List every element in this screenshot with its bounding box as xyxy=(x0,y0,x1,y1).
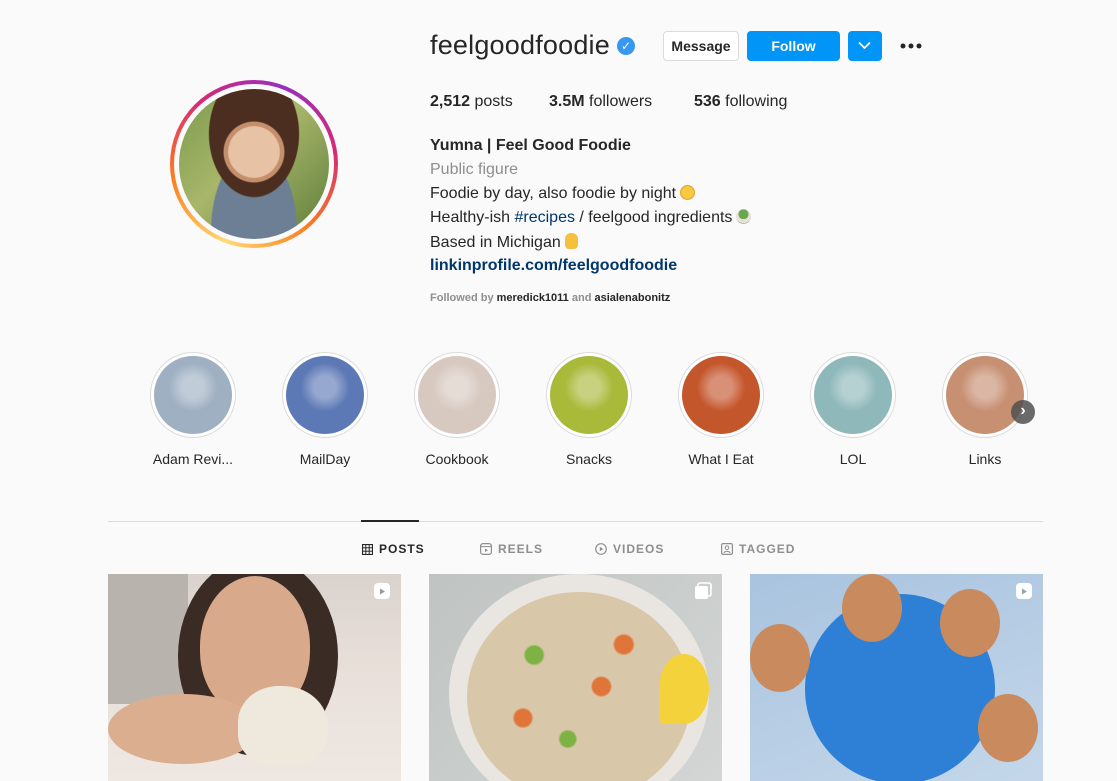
verified-badge-icon: ✓ xyxy=(617,37,635,55)
profile-username: feelgoodfoodie xyxy=(430,30,610,60)
tab-tagged[interactable]: TAGGED xyxy=(721,542,795,556)
tab-reels[interactable]: REELS xyxy=(480,542,543,556)
highlight-cover xyxy=(282,352,368,438)
tab-posts[interactable]: POSTS xyxy=(362,542,425,556)
following-stat[interactable]: 536 following xyxy=(694,93,787,111)
post-image-part xyxy=(842,574,902,642)
followed-by-user-2: asialenabonitz xyxy=(594,292,671,304)
bio-line-3: Based in Michigan xyxy=(430,233,578,252)
highlight-cover xyxy=(942,352,1028,438)
bio-line-2-suffix: / feelgood ingredients xyxy=(574,209,733,226)
post-image-part xyxy=(750,624,810,692)
tab-tagged-label: TAGGED xyxy=(739,542,796,556)
salad-bowl-icon xyxy=(736,209,752,224)
tab-reels-label: REELS xyxy=(498,542,544,556)
post-image-part xyxy=(238,686,328,766)
bio-category: Public figure xyxy=(430,161,519,178)
followers-count: 3.5M xyxy=(549,93,585,110)
chevron-down-icon xyxy=(858,41,871,50)
followed-by-and: and xyxy=(568,292,595,304)
post-image-part xyxy=(108,574,188,704)
highlight-label: Adam Revi... xyxy=(152,451,234,467)
hashtag-link[interactable]: #recipes xyxy=(514,209,574,226)
suggested-dropdown-button[interactable] xyxy=(848,31,882,61)
reels-icon xyxy=(480,543,492,555)
followed-by[interactable]: Followed by meredick1011 and asialenabon… xyxy=(430,292,670,304)
more-dots-icon xyxy=(900,43,922,49)
highlight-image xyxy=(550,356,628,434)
posts-stat: 2,512 posts xyxy=(430,93,513,111)
highlight-label: Links xyxy=(968,451,1002,467)
post-thumbnail[interactable] xyxy=(750,574,1043,781)
highlight-image xyxy=(154,356,232,434)
tabs-divider xyxy=(108,521,1043,522)
profile-avatar[interactable] xyxy=(170,80,338,248)
post-image-part xyxy=(108,694,258,764)
more-options-button[interactable] xyxy=(898,36,924,56)
following-count: 536 xyxy=(694,93,721,110)
highlight-label: MailDay xyxy=(299,451,351,467)
followed-by-prefix: Followed by xyxy=(430,292,497,304)
posts-count: 2,512 xyxy=(430,93,471,110)
story-highlight[interactable]: Snacks xyxy=(544,352,634,467)
highlight-cover xyxy=(150,352,236,438)
post-image-part xyxy=(659,654,709,724)
reel-post-icon xyxy=(374,583,390,599)
raised-hand-icon xyxy=(564,233,578,249)
story-highlight[interactable]: LOL xyxy=(808,352,898,467)
reel-post-icon xyxy=(1016,583,1032,599)
tab-posts-label: POSTS xyxy=(379,542,425,556)
highlight-label: What I Eat xyxy=(688,451,754,467)
video-play-icon xyxy=(595,543,607,555)
follow-button[interactable]: Follow xyxy=(747,31,840,61)
highlight-cover xyxy=(810,352,896,438)
highlight-image xyxy=(418,356,496,434)
post-image-part xyxy=(978,694,1038,762)
highlight-label: LOL xyxy=(839,451,867,467)
post-thumbnail[interactable] xyxy=(108,574,401,781)
tagged-user-icon xyxy=(721,543,733,555)
highlight-image xyxy=(286,356,364,434)
bio-website-link[interactable]: linkinprofile.com/feelgoodfoodie xyxy=(430,257,677,275)
highlight-image xyxy=(814,356,892,434)
highlight-cover xyxy=(678,352,764,438)
highlight-cover xyxy=(414,352,500,438)
bio-line-2-prefix: Healthy-ish xyxy=(430,209,515,226)
story-highlight[interactable]: Cookbook xyxy=(412,352,502,467)
followers-stat[interactable]: 3.5M followers xyxy=(549,93,652,111)
followers-label: followers xyxy=(589,93,653,110)
highlight-label: Snacks xyxy=(566,451,612,467)
highlight-image xyxy=(682,356,760,434)
avatar-inner xyxy=(174,84,334,244)
posts-label: posts xyxy=(474,93,513,110)
bio-line-1: Foodie by day, also foodie by night xyxy=(430,185,696,203)
active-tab-indicator xyxy=(361,520,419,522)
story-highlight[interactable]: Adam Revi... xyxy=(148,352,238,467)
story-highlight[interactable]: MailDay xyxy=(280,352,370,467)
grid-icon xyxy=(362,543,373,555)
highlights-next-button[interactable]: › xyxy=(1011,400,1035,424)
grimacing-face-icon xyxy=(680,185,696,200)
highlight-image xyxy=(946,356,1024,434)
story-highlight[interactable]: What I Eat xyxy=(676,352,766,467)
highlight-label: Cookbook xyxy=(425,451,489,467)
message-button[interactable]: Message xyxy=(663,31,739,61)
post-thumbnail[interactable] xyxy=(429,574,722,781)
bio-name: Yumna | Feel Good Foodie xyxy=(430,137,631,154)
bio-line-2: Healthy-ish #recipes / feelgood ingredie… xyxy=(430,209,752,227)
followed-by-user-1: meredick1011 xyxy=(496,292,569,304)
bio-line-1-text: Foodie by day, also foodie by night xyxy=(430,185,677,202)
tab-videos[interactable]: VIDEOS xyxy=(595,542,664,556)
tab-videos-label: VIDEOS xyxy=(613,542,665,556)
post-image-part xyxy=(940,589,1000,657)
carousel-post-icon xyxy=(695,582,712,599)
following-label: following xyxy=(725,93,788,110)
highlight-cover xyxy=(546,352,632,438)
avatar-photo xyxy=(179,89,329,239)
bio-line-3-text: Based in Michigan xyxy=(430,234,561,251)
